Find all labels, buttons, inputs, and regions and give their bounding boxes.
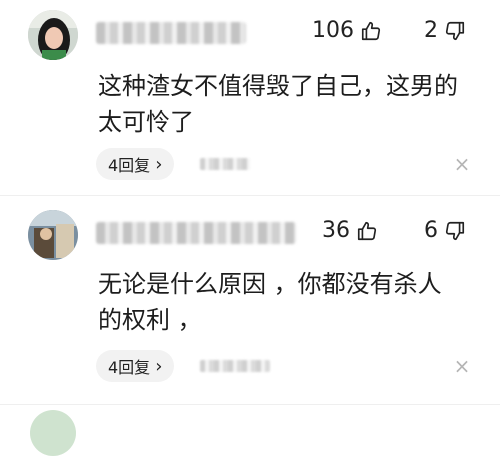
avatar-image <box>28 10 78 60</box>
avatar[interactable] <box>28 10 78 60</box>
like-count: 106 <box>312 18 354 43</box>
divider <box>0 404 500 405</box>
like-button[interactable]: 36 <box>322 218 378 243</box>
username-redacted[interactable] <box>96 22 246 44</box>
dislike-count: 2 <box>424 18 438 43</box>
timestamp-redacted <box>200 360 270 372</box>
like-button[interactable]: 106 <box>312 18 382 43</box>
reply-count-button[interactable]: 4回复 › <box>96 148 175 180</box>
comment-text: 这种渣女不值得毁了自己，这男的 太可怜了 <box>98 68 478 140</box>
comment-text: 无论是什么原因 ，你都没有杀人 的权利 ， <box>98 266 478 338</box>
thumbs-down-icon <box>445 221 465 240</box>
dislike-count: 6 <box>424 218 438 243</box>
comment-text-line: 无论是什么原因 ，你都没有杀人 <box>98 270 442 298</box>
reply-label: 4回复 <box>108 358 151 377</box>
dislike-button[interactable]: 2 <box>424 18 466 43</box>
close-icon[interactable]: × <box>453 154 471 174</box>
comment-text-line: 这种渣女不值得毁了自己，这男的 <box>98 72 458 100</box>
chevron-right-icon: › <box>155 153 163 175</box>
reply-count-button[interactable]: 4回复 › <box>96 350 175 382</box>
comment-text-line: 太可怜了 <box>98 108 194 136</box>
avatar[interactable] <box>28 210 78 260</box>
close-icon[interactable]: × <box>453 356 471 376</box>
thumbs-up-icon <box>357 221 377 240</box>
comment-item: 36 6 无论是什么原因 ，你都没有杀人 的权利 ， 4回复 › × <box>0 200 500 400</box>
thumbs-down-icon <box>445 21 465 40</box>
dislike-button[interactable]: 6 <box>424 218 466 243</box>
chevron-right-icon: › <box>155 355 163 377</box>
like-count: 36 <box>322 218 350 243</box>
timestamp-redacted <box>200 158 250 170</box>
username-redacted[interactable] <box>96 222 296 244</box>
comment-item: 106 2 这种渣女不值得毁了自己，这男的 太可怜了 4回复 › × <box>0 0 500 190</box>
avatar-image <box>28 210 78 260</box>
reply-label: 4回复 <box>108 156 151 175</box>
divider <box>0 195 500 196</box>
thumbs-up-icon <box>361 21 381 40</box>
comment-text-line: 的权利 ， <box>98 306 202 334</box>
next-avatar-partial <box>30 410 76 456</box>
